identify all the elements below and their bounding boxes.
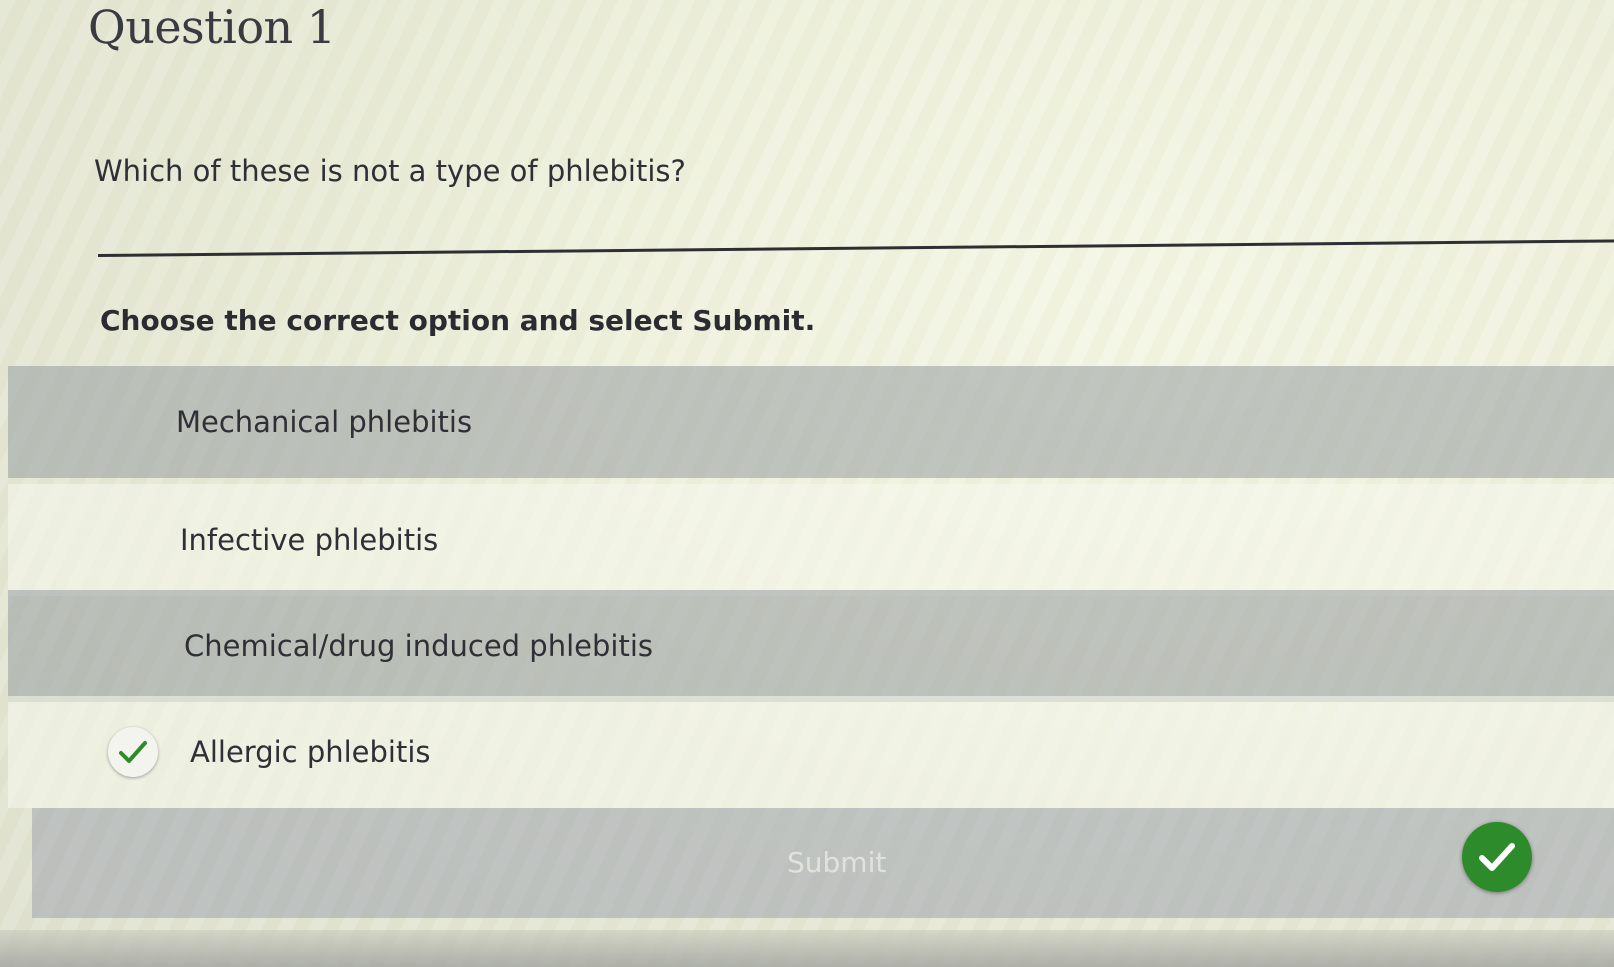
divider xyxy=(97,239,1614,257)
submit-button[interactable]: Submit xyxy=(787,846,886,879)
answer-option-chemical[interactable]: Chemical/drug induced phlebitis xyxy=(8,590,1614,702)
answer-option-mechanical[interactable]: Mechanical phlebitis xyxy=(8,366,1614,478)
answer-option-label: Allergic phlebitis xyxy=(190,735,431,769)
bottom-edge xyxy=(0,930,1614,967)
answer-option-infective[interactable]: Infective phlebitis xyxy=(8,484,1614,596)
question-title: Question 1 xyxy=(88,0,336,54)
question-prompt: Which of these is not a type of phlebiti… xyxy=(94,154,686,188)
submit-bar: Submit xyxy=(32,808,1614,918)
check-icon xyxy=(1462,822,1532,892)
answer-option-label: Mechanical phlebitis xyxy=(176,405,473,439)
answer-option-allergic[interactable]: Allergic phlebitis xyxy=(8,696,1614,808)
answer-option-label: Infective phlebitis xyxy=(180,523,439,557)
instruction-text: Choose the correct option and select Sub… xyxy=(100,304,816,337)
selected-check-icon xyxy=(108,727,158,777)
answer-option-label: Chemical/drug induced phlebitis xyxy=(184,629,653,663)
